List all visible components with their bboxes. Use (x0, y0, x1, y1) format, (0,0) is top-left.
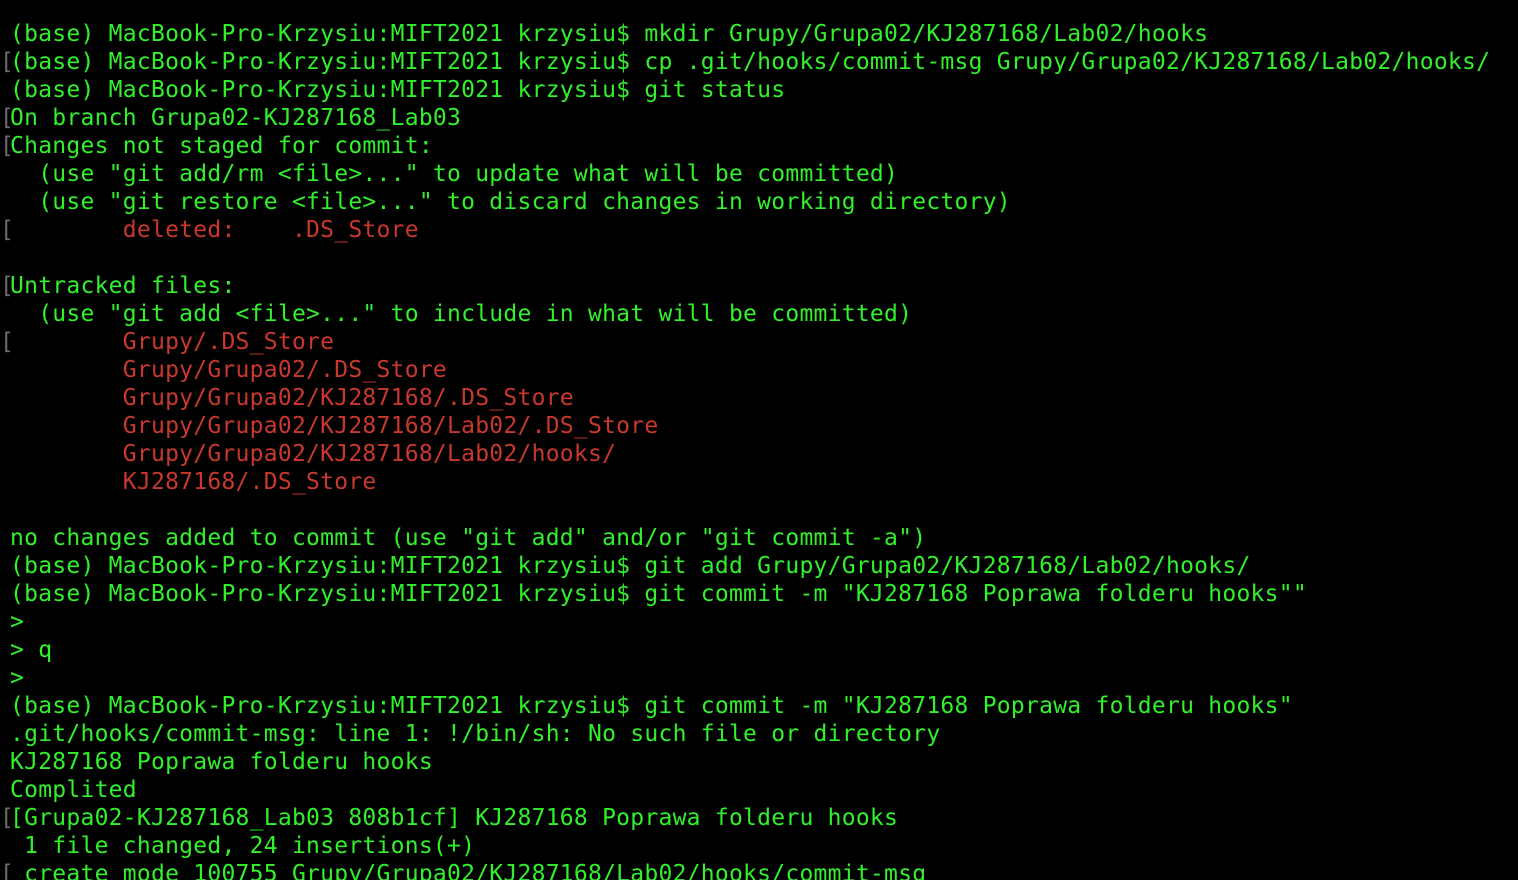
line-text: deleted: .DS_Store (10, 217, 419, 243)
line-text: (base) MacBook-Pro-Krzysiu:MIFT2021 krzy… (10, 553, 1251, 579)
terminal-line: > (0, 608, 1518, 636)
line-text: (base) MacBook-Pro-Krzysiu:MIFT2021 krzy… (10, 21, 1209, 47)
terminal-window[interactable]: (base) MacBook-Pro-Krzysiu:MIFT2021 krzy… (0, 0, 1518, 880)
line-text: (use "git add/rm <file>..." to update wh… (10, 161, 899, 187)
terminal-line: [ Changes not staged for commit: (0, 132, 1518, 160)
line-text: Grupy/Grupa02/KJ287168/.DS_Store (10, 385, 574, 411)
terminal-line: > q (0, 636, 1518, 664)
mark-bracket: [ (0, 133, 15, 159)
line-text: > q (10, 637, 53, 663)
line-text: KJ287168 Poprawa folderu hooks (10, 749, 433, 775)
line-text: Untracked files: (10, 273, 236, 299)
line-text: (use "git restore <file>..." to discard … (10, 189, 1011, 215)
terminal-line: Grupy/Grupa02/KJ287168/Lab02/.DS_Store (0, 412, 1518, 440)
line-text: > (10, 665, 25, 691)
terminal-line: [ Grupy/.DS_Store (0, 328, 1518, 356)
terminal-line: Grupy/Grupa02/KJ287168/Lab02/hooks/ (0, 440, 1518, 468)
line-text: > (10, 609, 25, 635)
line-text: (base) MacBook-Pro-Krzysiu:MIFT2021 krzy… (10, 693, 1293, 719)
terminal-line: [ deleted: .DS_Store (0, 216, 1518, 244)
terminal-line: KJ287168 Poprawa folderu hooks (0, 748, 1518, 776)
terminal-line: KJ287168/.DS_Store (0, 468, 1518, 496)
line-text: (use "git add <file>..." to include in w… (10, 301, 913, 327)
line-text: Grupy/.DS_Store (10, 329, 335, 355)
terminal-line: > (0, 664, 1518, 692)
line-text: 1 file changed, 24 insertions(+) (10, 833, 476, 859)
terminal-line: [ [Grupa02-KJ287168_Lab03 808b1cf] KJ287… (0, 804, 1518, 832)
terminal-line: .git/hooks/commit-msg: line 1: !/bin/sh:… (0, 720, 1518, 748)
mark-bracket: [ (0, 861, 15, 880)
terminal-line: (use "git add <file>..." to include in w… (0, 300, 1518, 328)
terminal-line: Grupy/Grupa02/.DS_Store (0, 356, 1518, 384)
terminal-line: (base) MacBook-Pro-Krzysiu:MIFT2021 krzy… (0, 552, 1518, 580)
terminal-line: 1 file changed, 24 insertions(+) (0, 832, 1518, 860)
line-text: Grupy/Grupa02/.DS_Store (10, 357, 448, 383)
mark-bracket: [ (0, 105, 15, 131)
line-text: KJ287168/.DS_Store (10, 469, 377, 495)
terminal-line: (base) MacBook-Pro-Krzysiu:MIFT2021 krzy… (0, 580, 1518, 608)
line-text: (base) MacBook-Pro-Krzysiu:MIFT2021 krzy… (10, 49, 1491, 75)
terminal-line: Grupy/Grupa02/KJ287168/.DS_Store (0, 384, 1518, 412)
terminal-output: (base) MacBook-Pro-Krzysiu:MIFT2021 krzy… (0, 0, 1518, 880)
mark-bracket: [ (0, 217, 15, 243)
terminal-line: (base) MacBook-Pro-Krzysiu:MIFT2021 krzy… (0, 20, 1518, 48)
line-text: (base) MacBook-Pro-Krzysiu:MIFT2021 krzy… (10, 77, 786, 103)
mark-bracket: [ (0, 805, 15, 831)
terminal-line: [ On branch Grupa02-KJ287168_Lab03 (0, 104, 1518, 132)
terminal-line: (use "git restore <file>..." to discard … (0, 188, 1518, 216)
terminal-line: [ (base) MacBook-Pro-Krzysiu:MIFT2021 kr… (0, 48, 1518, 76)
line-text: (base) MacBook-Pro-Krzysiu:MIFT2021 krzy… (10, 581, 1307, 607)
terminal-line: [ create mode 100755 Grupy/Grupa02/KJ287… (0, 860, 1518, 880)
mark-bracket: [ (0, 273, 15, 299)
line-text: Grupy/Grupa02/KJ287168/Lab02/.DS_Store (10, 413, 659, 439)
terminal-line: (base) MacBook-Pro-Krzysiu:MIFT2021 krzy… (0, 76, 1518, 104)
line-text: Changes not staged for commit: (10, 133, 433, 159)
line-text: no changes added to commit (use "git add… (10, 525, 927, 551)
line-text: [Grupa02-KJ287168_Lab03 808b1cf] KJ28716… (10, 805, 899, 831)
line-text: create mode 100755 Grupy/Grupa02/KJ28716… (10, 861, 927, 880)
mark-bracket: [ (0, 49, 15, 75)
terminal-line: no changes added to commit (use "git add… (0, 524, 1518, 552)
line-text: Complited (10, 777, 137, 803)
terminal-line: (use "git add/rm <file>..." to update wh… (0, 160, 1518, 188)
terminal-line: Complited (0, 776, 1518, 804)
line-text: On branch Grupa02-KJ287168_Lab03 (10, 105, 462, 131)
terminal-line: (base) MacBook-Pro-Krzysiu:MIFT2021 krzy… (0, 692, 1518, 720)
mark-bracket: [ (0, 329, 15, 355)
line-text: .git/hooks/commit-msg: line 1: !/bin/sh:… (10, 721, 941, 747)
terminal-line: [ Untracked files: (0, 272, 1518, 300)
line-text: Grupy/Grupa02/KJ287168/Lab02/hooks/ (10, 441, 617, 467)
